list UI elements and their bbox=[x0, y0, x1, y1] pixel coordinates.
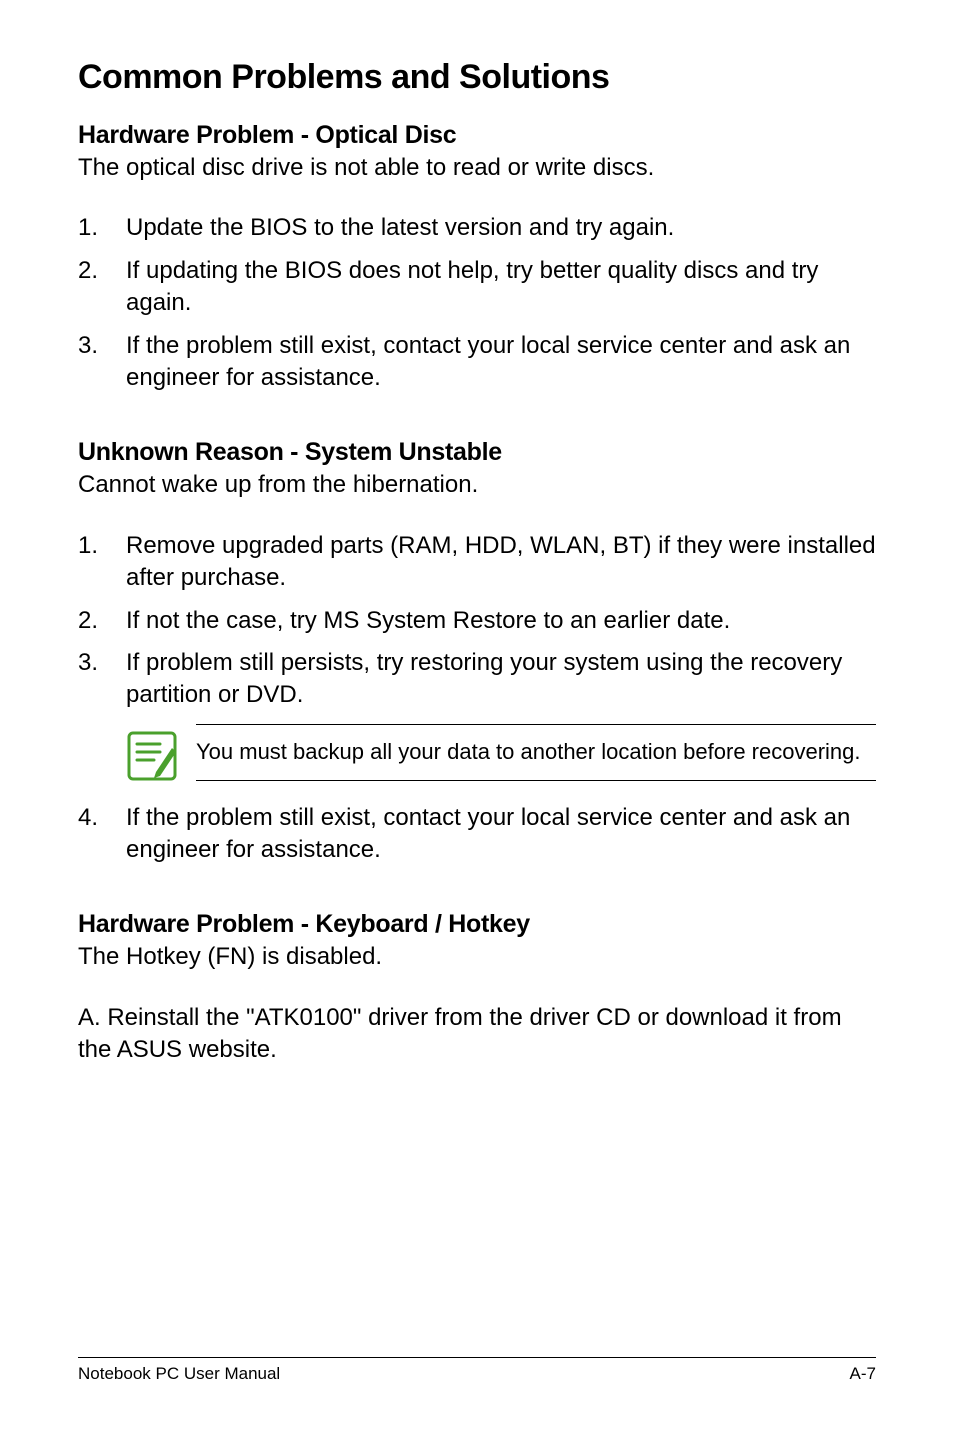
section2-heading: Unknown Reason - System Unstable bbox=[78, 438, 876, 467]
note-icon bbox=[126, 730, 178, 782]
list-item: 2. If not the case, try MS System Restor… bbox=[78, 605, 876, 637]
list-text: Update the BIOS to the latest version an… bbox=[126, 214, 674, 241]
section3-intro: The Hotkey (FN) is disabled. bbox=[78, 941, 876, 973]
list-text: If the problem still exist, contact your… bbox=[126, 332, 850, 391]
section3-answer: A. Reinstall the "ATK0100" driver from t… bbox=[78, 1002, 876, 1067]
note-text: You must backup all your data to another… bbox=[196, 724, 876, 782]
list-item: 3. If the problem still exist, contact y… bbox=[78, 330, 876, 395]
list-number: 2. bbox=[78, 255, 108, 287]
list-text: Remove upgraded parts (RAM, HDD, WLAN, B… bbox=[126, 532, 876, 591]
section1-list: 1. Update the BIOS to the latest version… bbox=[78, 212, 876, 394]
section2-intro: Cannot wake up from the hibernation. bbox=[78, 469, 876, 501]
list-number: 3. bbox=[78, 647, 108, 679]
section1-heading: Hardware Problem - Optical Disc bbox=[78, 121, 876, 150]
list-item: 1. Remove upgraded parts (RAM, HDD, WLAN… bbox=[78, 530, 876, 595]
footer-manual-title: Notebook PC User Manual bbox=[78, 1364, 280, 1384]
list-text: If the problem still exist, contact your… bbox=[126, 804, 850, 863]
section2-list: 1. Remove upgraded parts (RAM, HDD, WLAN… bbox=[78, 530, 876, 712]
list-number: 2. bbox=[78, 605, 108, 637]
list-text: If not the case, try MS System Restore t… bbox=[126, 607, 730, 634]
section1-intro: The optical disc drive is not able to re… bbox=[78, 152, 876, 184]
list-item: 4. If the problem still exist, contact y… bbox=[78, 802, 876, 867]
note-callout: You must backup all your data to another… bbox=[126, 724, 876, 782]
page-title: Common Problems and Solutions bbox=[78, 58, 876, 97]
section3-heading: Hardware Problem - Keyboard / Hotkey bbox=[78, 910, 876, 939]
list-item: 1. Update the BIOS to the latest version… bbox=[78, 212, 876, 244]
list-text: If problem still persists, try restoring… bbox=[126, 649, 842, 708]
list-number: 1. bbox=[78, 530, 108, 562]
footer-page-number: A-7 bbox=[850, 1364, 876, 1384]
list-number: 3. bbox=[78, 330, 108, 362]
list-item: 3. If problem still persists, try restor… bbox=[78, 647, 876, 712]
list-item: 2. If updating the BIOS does not help, t… bbox=[78, 255, 876, 320]
list-number: 1. bbox=[78, 212, 108, 244]
page-footer: Notebook PC User Manual A-7 bbox=[78, 1357, 876, 1384]
list-number: 4. bbox=[78, 802, 98, 834]
list-text: If updating the BIOS does not help, try … bbox=[126, 257, 818, 316]
